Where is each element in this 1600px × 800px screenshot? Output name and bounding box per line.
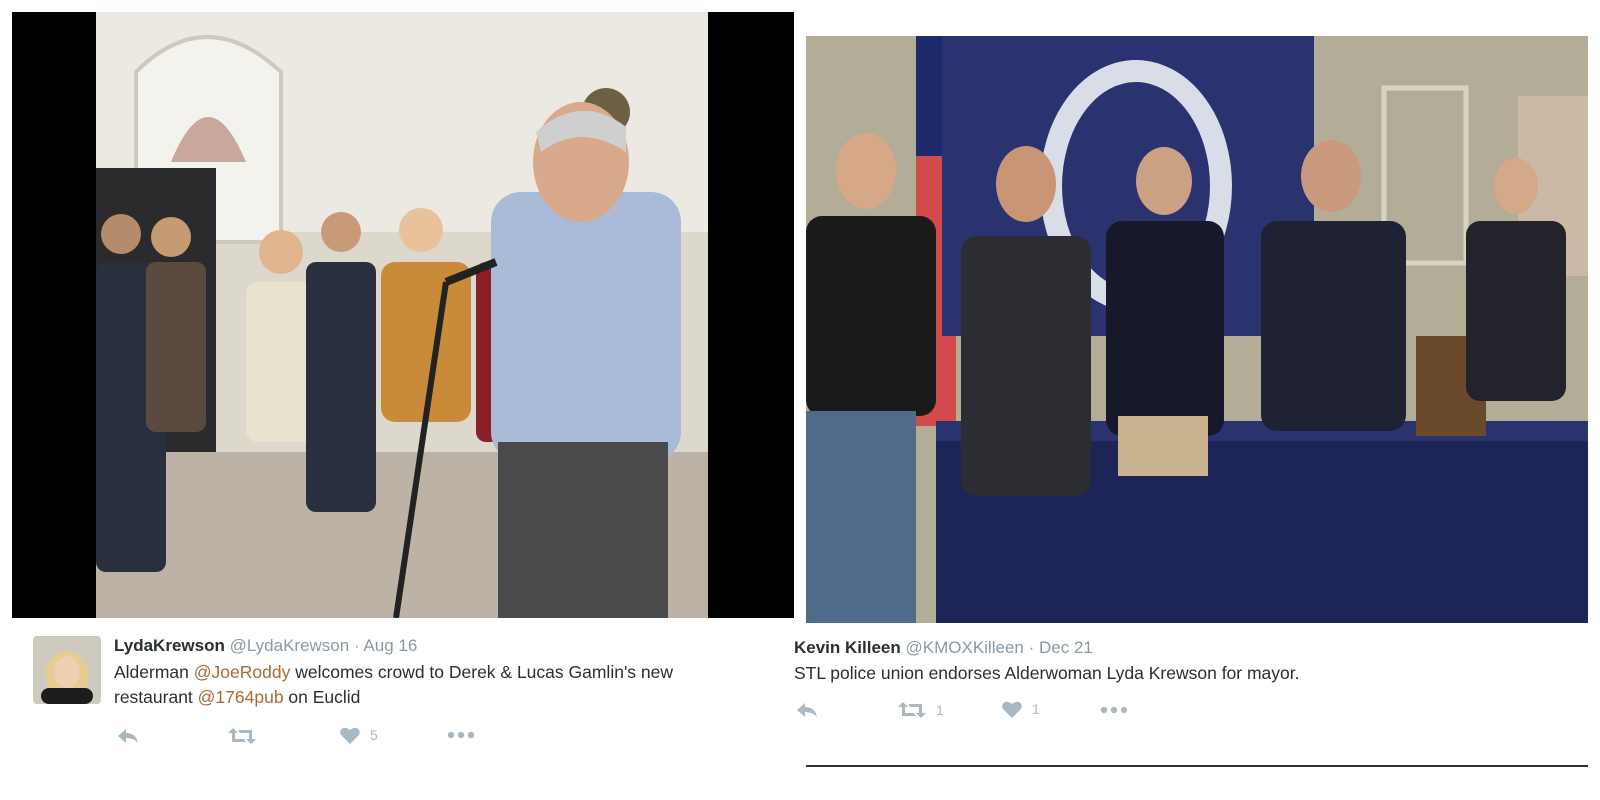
tweet-card-left[interactable]: LydaKrewson @LydaKrewson · Aug 16 Alderm… [0, 0, 800, 800]
tweet-text: STL police union endorses Alderwoman Lyd… [794, 663, 1300, 683]
tweet-header: LydaKrewson @LydaKrewson · Aug 16 [114, 636, 417, 656]
display-name[interactable]: Kevin Killeen [794, 638, 901, 657]
separator: · [1028, 638, 1035, 657]
text-part: Alderman [114, 662, 194, 682]
retweet-button[interactable] [228, 727, 256, 745]
heart-icon [1002, 701, 1022, 718]
tweet-header-main: Kevin Killeen @KMOXKilleen · Dec 21 [794, 638, 1093, 658]
text-part: restaurant [114, 687, 198, 707]
tweet-photo[interactable] [806, 36, 1588, 623]
photo-illustration [96, 12, 708, 618]
separator: · [353, 636, 360, 655]
tweet-date[interactable]: Dec 21 [1039, 638, 1093, 657]
tweet-card-right[interactable]: Kevin Killeen @KMOXKilleen · Dec 21 STL … [794, 0, 1600, 800]
display-name[interactable]: LydaKrewson [114, 636, 225, 655]
tweet-photo-frame[interactable] [12, 12, 794, 618]
handle[interactable]: @LydaKrewson [230, 636, 350, 655]
more-icon [1100, 706, 1128, 714]
tweet-text: Alderman @JoeRoddy welcomes crowd to Der… [114, 660, 794, 710]
more-icon [447, 731, 475, 739]
retweet-button[interactable]: 1 [898, 701, 944, 719]
reply-icon [118, 729, 138, 743]
tweet-date[interactable]: Aug 16 [363, 636, 417, 655]
like-count: 1 [1032, 701, 1040, 717]
mention-link[interactable]: @1764pub [198, 687, 284, 707]
tweet-photo[interactable] [96, 12, 708, 618]
avatar-image [33, 636, 101, 704]
handle[interactable]: @KMOXKilleen [906, 638, 1024, 657]
text-part: welcomes crowd to Derek & Lucas Gamlin's… [290, 662, 673, 682]
retweet-count: 1 [936, 702, 944, 718]
like-button[interactable]: 5 [340, 726, 378, 744]
reply-icon [797, 703, 817, 717]
reply-button[interactable] [796, 701, 818, 719]
retweet-icon [898, 702, 926, 718]
avatar[interactable] [33, 636, 101, 704]
tweet-divider [806, 765, 1588, 767]
more-button[interactable] [1100, 706, 1128, 714]
text-part: on Euclid [283, 687, 361, 707]
retweet-icon [228, 728, 256, 744]
like-button[interactable]: 1 [1002, 700, 1040, 718]
heart-icon [340, 727, 360, 744]
reply-button[interactable] [117, 727, 139, 745]
photo-illustration [806, 36, 1588, 623]
like-count: 5 [370, 727, 378, 743]
mention-link[interactable]: @JoeRoddy [194, 662, 291, 682]
more-button[interactable] [447, 731, 475, 739]
